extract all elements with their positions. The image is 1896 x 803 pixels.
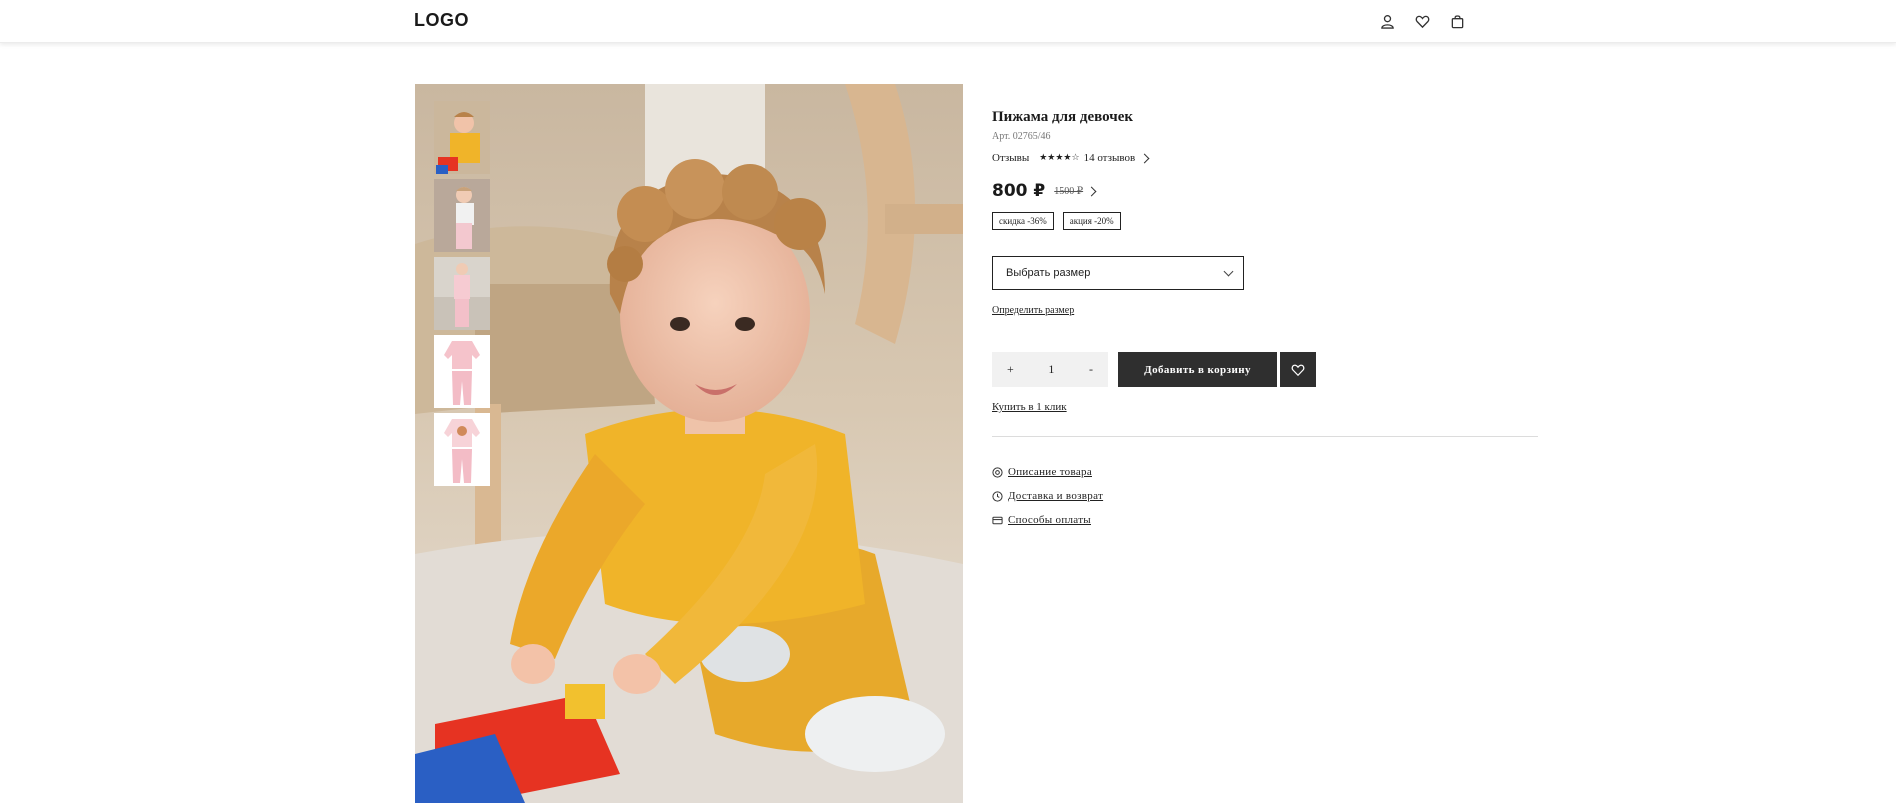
thumbnail-1[interactable] — [434, 101, 490, 174]
chevron-right-icon[interactable] — [1139, 153, 1150, 163]
payment-link[interactable]: Способы оплаты — [992, 508, 1103, 532]
main-product-photo[interactable] — [415, 84, 963, 803]
buy-one-click-link[interactable]: Купить в 1 клик — [992, 401, 1067, 413]
product-title: Пижама для девочек — [992, 109, 1134, 125]
reviews-count[interactable]: 14 отзывов — [1084, 152, 1136, 164]
qty-plus-button[interactable]: + — [1007, 362, 1014, 377]
thumbnail-5[interactable] — [434, 413, 490, 486]
logo[interactable]: LOGO — [414, 10, 469, 31]
rating-stars: ★★★★☆ — [1039, 153, 1080, 163]
heart-icon[interactable] — [1412, 11, 1432, 31]
thumbnail-3[interactable] — [434, 257, 490, 330]
site-header: LOGO — [0, 0, 1896, 43]
old-price: 1500 ₽ — [1054, 185, 1084, 197]
divider — [992, 436, 1538, 437]
card-icon — [992, 516, 1003, 524]
qty-value[interactable]: 1 — [1048, 362, 1054, 377]
add-to-favorites-button[interactable] — [1280, 352, 1316, 387]
clock-icon — [992, 490, 1003, 502]
info-icon — [992, 466, 1003, 478]
reviews-label: Отзывы — [992, 152, 1030, 164]
thumbnail-4[interactable] — [434, 335, 490, 408]
user-icon[interactable] — [1377, 11, 1397, 31]
delivery-link[interactable]: Доставка и возврат — [992, 484, 1103, 508]
bag-icon[interactable] — [1447, 11, 1467, 31]
chevron-down-icon — [1223, 266, 1234, 277]
thumbnail-strip — [434, 101, 490, 491]
description-link[interactable]: Описание товара — [992, 460, 1103, 484]
add-to-cart-button[interactable]: Добавить в корзину — [1118, 352, 1277, 387]
promo-badge: акция -20% — [1062, 212, 1121, 230]
reviews-summary[interactable]: Отзывы ★★★★☆ 14 отзывов — [992, 152, 1150, 164]
size-guide-link[interactable]: Определить размер — [992, 305, 1074, 316]
chevron-right-icon[interactable] — [1086, 186, 1097, 196]
size-select-label: Выбрать размер — [1006, 267, 1091, 279]
size-select[interactable]: Выбрать размер — [992, 256, 1244, 290]
badges: скидка -36% акция -20% — [992, 212, 1130, 230]
info-links: Описание товара Доставка и возврат Спосо… — [992, 460, 1103, 532]
current-price: 800 ₽ — [992, 181, 1046, 201]
heart-icon — [1291, 364, 1305, 376]
price-row: 800 ₽ 1500 ₽ — [992, 181, 1097, 201]
thumbnail-2[interactable] — [434, 179, 490, 252]
product-sku: Арт. 02765/46 — [992, 131, 1051, 142]
qty-minus-button[interactable]: - — [1089, 362, 1093, 377]
discount-badge: скидка -36% — [992, 212, 1054, 230]
quantity-stepper: + 1 - — [992, 352, 1108, 387]
